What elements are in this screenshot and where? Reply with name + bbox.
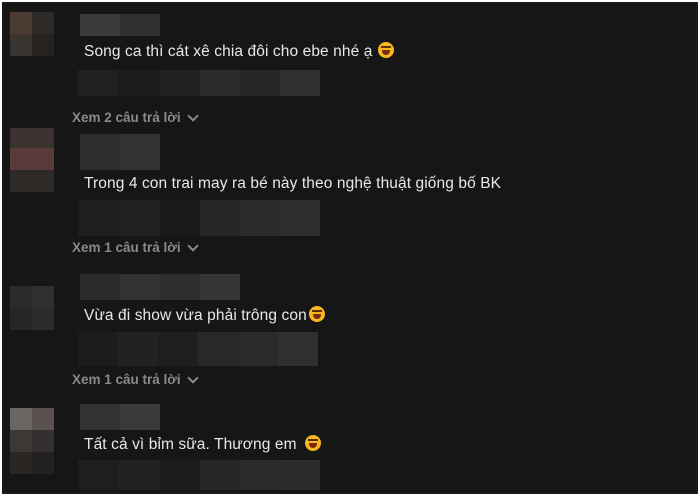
commenter-name[interactable] — [80, 134, 160, 170]
comment-actions — [78, 460, 320, 490]
comment-actions — [78, 332, 318, 366]
chevron-down-icon — [186, 239, 199, 252]
avatar[interactable] — [10, 12, 54, 56]
comment-text-content: Song ca thì cát xê chia đôi cho ebe nhé … — [84, 43, 373, 60]
avatar[interactable] — [10, 286, 54, 330]
comment-text-content: Trong 4 con trai may ra bé này theo nghệ… — [84, 175, 502, 192]
comment-text: Vừa đi show vừa phải trông con — [84, 306, 325, 325]
view-replies-button[interactable]: Xem 2 câu trả lời — [72, 109, 199, 125]
comment-text-content: Vừa đi show vừa phải trông con — [84, 307, 307, 324]
view-replies-label: Xem 2 câu trả lời — [72, 110, 181, 125]
laughing-tears-emoji-icon — [304, 435, 321, 451]
view-replies-label: Xem 1 câu trả lời — [72, 240, 181, 255]
grinning-emoji-icon — [308, 306, 325, 322]
view-replies-button[interactable]: Xem 1 câu trả lời — [72, 371, 199, 387]
avatar[interactable] — [10, 408, 54, 474]
comment-text: Trong 4 con trai may ra bé này theo nghệ… — [84, 175, 501, 193]
comment-actions — [78, 200, 320, 236]
comment-text: Song ca thì cát xê chia đôi cho ebe nhé … — [84, 42, 395, 61]
commenter-name[interactable] — [80, 404, 160, 430]
comments-panel: Song ca thì cát xê chia đôi cho ebe nhé … — [2, 2, 698, 494]
commenter-name[interactable] — [80, 14, 160, 36]
laughing-tears-emoji-icon — [378, 42, 395, 58]
chevron-down-icon — [186, 109, 199, 122]
comment-text-content: Tất cả vì bỉm sữa. Thương em — [84, 436, 297, 453]
commenter-name[interactable] — [80, 274, 240, 300]
view-replies-label: Xem 1 câu trả lời — [72, 372, 181, 387]
comment-actions — [78, 70, 320, 96]
view-replies-button[interactable]: Xem 1 câu trả lời — [72, 239, 199, 255]
chevron-down-icon — [186, 371, 199, 384]
comment-text: Tất cả vì bỉm sữa. Thương em — [84, 435, 321, 454]
avatar[interactable] — [10, 128, 54, 192]
